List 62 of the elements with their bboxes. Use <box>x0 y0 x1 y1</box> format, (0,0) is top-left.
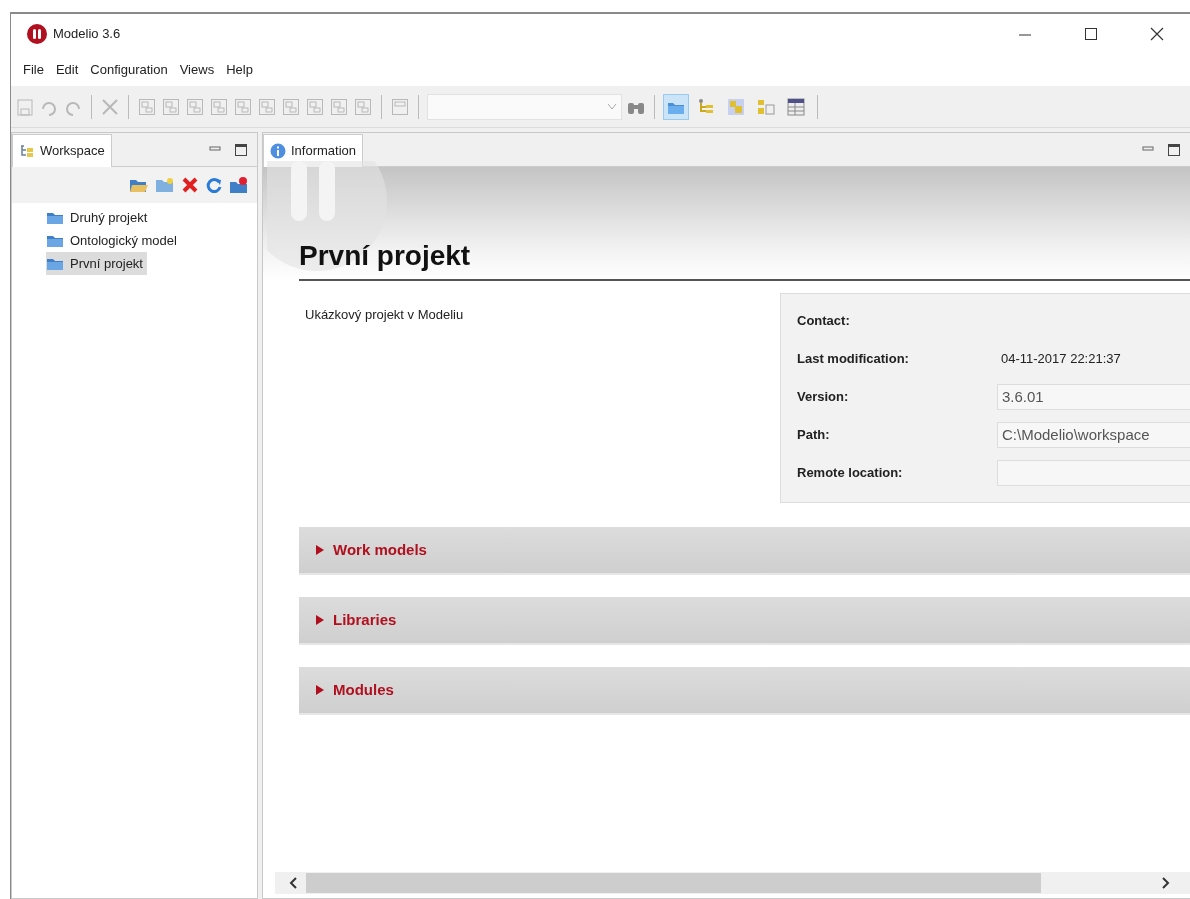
tree-icon <box>19 144 35 158</box>
project-folder-icon <box>46 256 64 271</box>
property-label: Remote location: <box>797 464 904 483</box>
dropdown-caret-icon[interactable] <box>607 102 617 111</box>
property-label: Path: <box>797 426 831 445</box>
diagram-icon[interactable] <box>329 96 349 117</box>
workspace-tab[interactable]: Workspace <box>12 134 112 167</box>
expand-triangle-icon[interactable] <box>315 684 325 696</box>
project-description: Ukázkový projekt v Modeliu <box>305 307 464 322</box>
tree-item[interactable]: První projekt <box>46 252 147 276</box>
app-logo-icon <box>27 24 47 44</box>
scroll-left-icon[interactable] <box>288 876 298 890</box>
window-title: Modelio 3.6 <box>53 25 121 44</box>
diagram-icon[interactable] <box>390 96 410 117</box>
property-label: Version: <box>797 388 850 407</box>
diagram-icon[interactable] <box>281 96 301 117</box>
diagram-icon[interactable] <box>305 96 325 117</box>
project-folder-icon <box>46 233 64 248</box>
table-icon[interactable] <box>786 96 806 117</box>
maximize-icon[interactable] <box>1168 143 1180 156</box>
search-combo-field[interactable] <box>427 93 622 120</box>
close-icon[interactable] <box>1150 27 1164 41</box>
expand-triangle-icon[interactable] <box>315 614 325 626</box>
delete-icon[interactable] <box>181 176 199 194</box>
menu-item[interactable]: Help <box>220 60 259 80</box>
section-header[interactable]: Libraries <box>299 597 1190 645</box>
cut-icon[interactable] <box>100 96 120 117</box>
project-title: První projekt <box>299 235 1190 281</box>
information-tab[interactable]: Information <box>263 134 364 167</box>
diagram-icon[interactable] <box>233 96 253 117</box>
section-header[interactable]: Modules <box>299 667 1190 715</box>
expand-triangle-icon[interactable] <box>315 544 325 556</box>
property-field[interactable]: C:\Modelio\workspace <box>997 422 1190 448</box>
package-icon[interactable] <box>726 96 746 117</box>
diagram-icon[interactable] <box>185 96 205 117</box>
scroll-right-icon[interactable] <box>1160 876 1171 890</box>
property-label: Last modification: <box>797 350 910 369</box>
new-folder-icon[interactable] <box>155 176 175 194</box>
diagram-icon[interactable] <box>209 96 229 117</box>
property-value: 04-11-2017 22:21:37 <box>1000 350 1122 369</box>
scrollbar-thumb[interactable] <box>306 873 1041 893</box>
diagram-icon[interactable] <box>161 96 181 117</box>
project-folder-icon <box>46 210 64 225</box>
tree-item[interactable]: Ontologický model <box>46 229 181 253</box>
save-icon[interactable] <box>15 96 35 117</box>
property-field[interactable]: 3.6.01 <box>997 384 1190 410</box>
menu-item[interactable]: Edit <box>49 60 85 80</box>
property-label: Contact: <box>797 312 851 331</box>
menu-item[interactable]: Views <box>173 60 221 80</box>
tree-item[interactable]: Druhý projekt <box>46 206 152 230</box>
diagram-icon[interactable] <box>257 96 277 117</box>
menu-item[interactable]: File <box>17 60 50 80</box>
menu-item[interactable]: Configuration <box>84 60 174 80</box>
maximize-icon[interactable] <box>235 143 247 156</box>
diagram-icon[interactable] <box>353 96 373 117</box>
export-icon[interactable] <box>229 176 249 194</box>
diagram-icon[interactable] <box>137 96 157 117</box>
refresh-icon[interactable] <box>205 176 223 194</box>
property-field[interactable] <box>997 460 1190 486</box>
info-icon <box>270 143 286 159</box>
maximize-icon[interactable] <box>1084 27 1098 41</box>
section-header[interactable]: Work models <box>299 527 1190 575</box>
